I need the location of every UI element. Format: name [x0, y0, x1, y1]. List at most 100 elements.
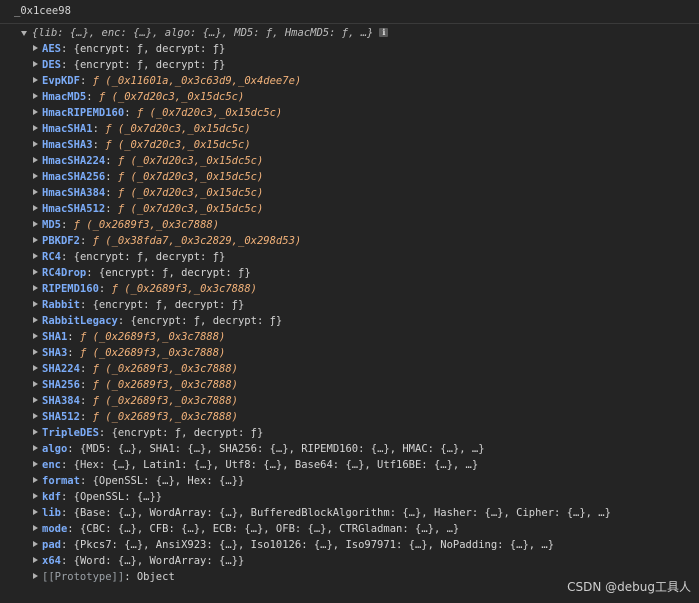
collapse-triangle-icon[interactable] — [33, 125, 38, 131]
collapse-triangle-icon[interactable] — [33, 45, 38, 51]
property-row[interactable]: kdf: {OpenSSL: {…}} — [0, 489, 699, 505]
colon: : — [79, 299, 93, 311]
colon: : — [79, 75, 93, 87]
expand-triangle-icon[interactable] — [21, 31, 27, 36]
property-row[interactable]: MD5: ƒ (_0x2689f3,_0x3c7888) — [0, 217, 699, 233]
property-row[interactable]: lib: {Base: {…}, WordArray: {…}, Buffere… — [0, 505, 699, 521]
collapse-triangle-icon[interactable] — [33, 173, 38, 179]
property-row[interactable]: HmacSHA256: ƒ (_0x7d20c3,_0x15dc5c) — [0, 169, 699, 185]
watermark: CSDN @debug工具人 — [567, 580, 691, 594]
collapse-triangle-icon[interactable] — [33, 557, 38, 563]
collapse-triangle-icon[interactable] — [33, 109, 38, 115]
property-key: SHA1 — [42, 331, 68, 343]
property-row[interactable]: SHA384: ƒ (_0x2689f3,_0x3c7888) — [0, 393, 699, 409]
function-signature: (_0x7d20c3,_0x15dc5c) — [111, 91, 245, 103]
property-key: HmacSHA1 — [42, 123, 93, 135]
property-row[interactable]: format: {OpenSSL: {…}, Hex: {…}} — [0, 473, 699, 489]
collapse-triangle-icon[interactable] — [33, 573, 38, 579]
collapse-triangle-icon[interactable] — [33, 445, 38, 451]
object-preview: {OpenSSL: {…}} — [73, 491, 163, 503]
property-key: pad — [42, 539, 61, 551]
function-signature: (_0x2689f3,_0x3c7888) — [124, 283, 257, 295]
collapse-triangle-icon[interactable] — [33, 77, 38, 83]
property-row[interactable]: HmacSHA384: ƒ (_0x7d20c3,_0x15dc5c) — [0, 185, 699, 201]
property-row[interactable]: RabbitLegacy: {encrypt: ƒ, decrypt: ƒ} — [0, 313, 699, 329]
property-row[interactable]: enc: {Hex: {…}, Latin1: {…}, Utf8: {…}, … — [0, 457, 699, 473]
collapse-triangle-icon[interactable] — [33, 509, 38, 515]
console-input-area[interactable]: _0x1cee98 — [0, 0, 699, 24]
property-row[interactable]: DES: {encrypt: ƒ, decrypt: ƒ} — [0, 57, 699, 73]
property-row[interactable]: HmacSHA224: ƒ (_0x7d20c3,_0x15dc5c) — [0, 153, 699, 169]
property-row[interactable]: SHA1: ƒ (_0x2689f3,_0x3c7888) — [0, 329, 699, 345]
collapse-triangle-icon[interactable] — [33, 317, 38, 323]
property-key: RIPEMD160 — [42, 283, 99, 295]
collapse-triangle-icon[interactable] — [33, 365, 38, 371]
property-key: EvpKDF — [42, 75, 80, 87]
collapse-triangle-icon[interactable] — [33, 253, 38, 259]
colon: : — [60, 507, 74, 519]
collapse-triangle-icon[interactable] — [33, 349, 38, 355]
property-row[interactable]: Rabbit: {encrypt: ƒ, decrypt: ƒ} — [0, 297, 699, 313]
collapse-triangle-icon[interactable] — [33, 237, 38, 243]
property-row[interactable]: pad: {Pkcs7: {…}, AnsiX923: {…}, Iso1012… — [0, 537, 699, 553]
property-row[interactable]: RC4Drop: {encrypt: ƒ, decrypt: ƒ} — [0, 265, 699, 281]
collapse-triangle-icon[interactable] — [33, 157, 38, 163]
property-row[interactable]: RC4: {encrypt: ƒ, decrypt: ƒ} — [0, 249, 699, 265]
property-row[interactable]: PBKDF2: ƒ (_0x38fda7,_0x3c2829,_0x298d53… — [0, 233, 699, 249]
property-row[interactable]: mode: {CBC: {…}, CFB: {…}, ECB: {…}, OFB… — [0, 521, 699, 537]
object-tree: {lib: {…}, enc: {…}, algo: {…}, MD5: ƒ, … — [0, 25, 699, 585]
collapse-triangle-icon[interactable] — [33, 221, 38, 227]
object-preview: {encrypt: ƒ, decrypt: ƒ} — [98, 267, 251, 279]
property-row[interactable]: TripleDES: {encrypt: ƒ, decrypt: ƒ} — [0, 425, 699, 441]
function-signature: (_0x7d20c3,_0x15dc5c) — [117, 123, 251, 135]
collapse-triangle-icon[interactable] — [33, 413, 38, 419]
collapse-triangle-icon[interactable] — [33, 381, 38, 387]
property-row[interactable]: SHA3: ƒ (_0x2689f3,_0x3c7888) — [0, 345, 699, 361]
collapse-triangle-icon[interactable] — [33, 477, 38, 483]
colon: : — [60, 59, 74, 71]
collapse-triangle-icon[interactable] — [33, 205, 38, 211]
property-list: AES: {encrypt: ƒ, decrypt: ƒ} DES: {encry… — [0, 41, 699, 569]
collapse-triangle-icon[interactable] — [33, 141, 38, 147]
property-row[interactable]: algo: {MD5: {…}, SHA1: {…}, SHA256: {…},… — [0, 441, 699, 457]
property-row[interactable]: x64: {Word: {…}, WordArray: {…}} — [0, 553, 699, 569]
property-row[interactable]: AES: {encrypt: ƒ, decrypt: ƒ} — [0, 41, 699, 57]
collapse-triangle-icon[interactable] — [33, 189, 38, 195]
collapse-triangle-icon[interactable] — [33, 285, 38, 291]
collapse-triangle-icon[interactable] — [33, 525, 38, 531]
root-object-row[interactable]: {lib: {…}, enc: {…}, algo: {…}, MD5: ƒ, … — [0, 25, 699, 41]
collapse-triangle-icon[interactable] — [33, 541, 38, 547]
property-row[interactable]: EvpKDF: ƒ (_0x11601a,_0x3c63d9,_0x4dee7e… — [0, 73, 699, 89]
collapse-triangle-icon[interactable] — [33, 93, 38, 99]
property-row[interactable]: SHA512: ƒ (_0x2689f3,_0x3c7888) — [0, 409, 699, 425]
property-row[interactable]: HmacSHA512: ƒ (_0x7d20c3,_0x15dc5c) — [0, 201, 699, 217]
property-row[interactable]: HmacRIPEMD160: ƒ (_0x7d20c3,_0x15dc5c) — [0, 105, 699, 121]
property-row[interactable]: HmacMD5: ƒ (_0x7d20c3,_0x15dc5c) — [0, 89, 699, 105]
object-preview: {encrypt: ƒ, decrypt: ƒ} — [73, 251, 226, 263]
collapse-triangle-icon[interactable] — [33, 493, 38, 499]
property-key: TripleDES — [42, 427, 99, 439]
function-signature: (_0x7d20c3,_0x15dc5c) — [117, 139, 251, 151]
collapse-triangle-icon[interactable] — [33, 301, 38, 307]
object-preview: {encrypt: ƒ, decrypt: ƒ} — [130, 315, 283, 327]
console-input-echo: _0x1cee98 — [14, 5, 71, 17]
collapse-triangle-icon[interactable] — [33, 461, 38, 467]
colon: : — [98, 283, 112, 295]
property-row[interactable]: HmacSHA1: ƒ (_0x7d20c3,_0x15dc5c) — [0, 121, 699, 137]
colon: : — [79, 363, 93, 375]
property-key: SHA384 — [42, 395, 80, 407]
collapse-triangle-icon[interactable] — [33, 397, 38, 403]
object-preview: {encrypt: ƒ, decrypt: ƒ} — [73, 43, 226, 55]
collapse-triangle-icon[interactable] — [33, 269, 38, 275]
info-icon[interactable]: i — [379, 28, 389, 37]
property-row[interactable]: HmacSHA3: ƒ (_0x7d20c3,_0x15dc5c) — [0, 137, 699, 153]
colon: : — [67, 347, 80, 359]
collapse-triangle-icon[interactable] — [33, 61, 38, 67]
collapse-triangle-icon[interactable] — [33, 429, 38, 435]
property-row[interactable]: SHA256: ƒ (_0x2689f3,_0x3c7888) — [0, 377, 699, 393]
property-row[interactable]: SHA224: ƒ (_0x2689f3,_0x3c7888) — [0, 361, 699, 377]
collapse-triangle-icon[interactable] — [33, 333, 38, 339]
property-row[interactable]: RIPEMD160: ƒ (_0x2689f3,_0x3c7888) — [0, 281, 699, 297]
colon: : — [60, 491, 74, 503]
property-key: HmacSHA256 — [42, 171, 106, 183]
